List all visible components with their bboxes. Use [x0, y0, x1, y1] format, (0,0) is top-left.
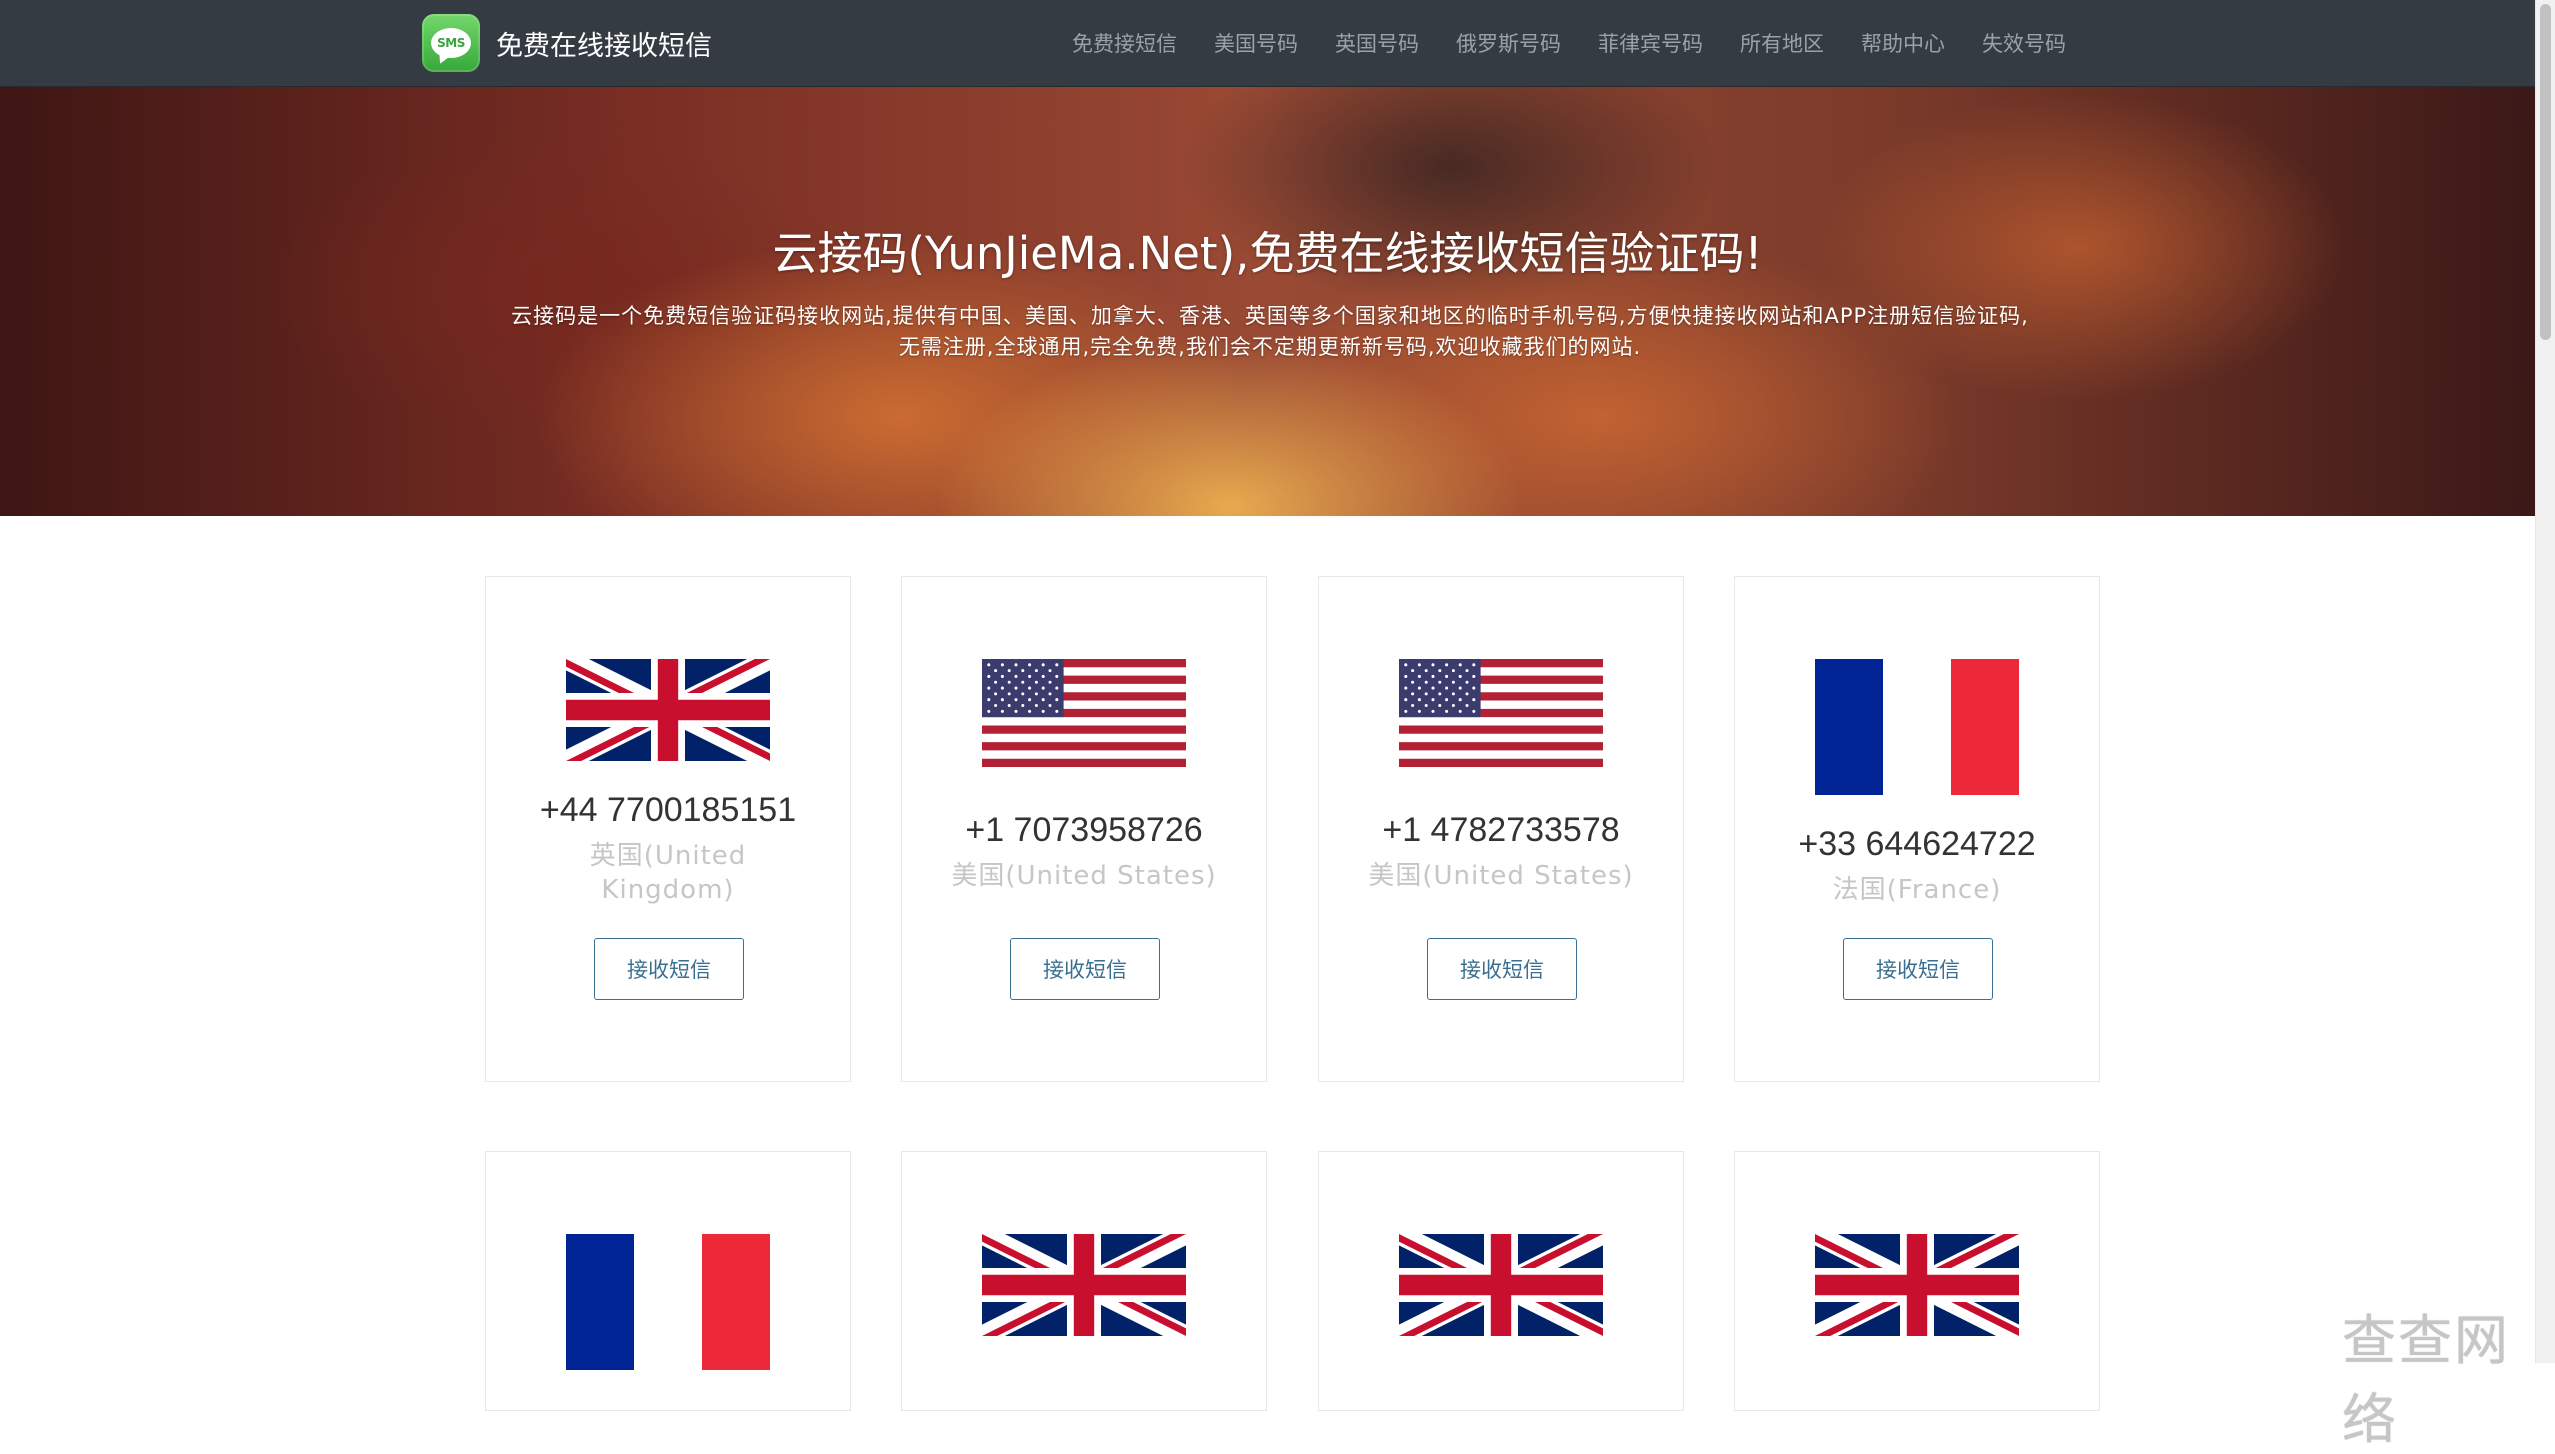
hero-desc-line-1: 云接码是一个免费短信验证码接收网站,提供有中国、美国、加拿大、香港、英国等多个国…: [511, 304, 2029, 328]
receive-sms-button[interactable]: 接收短信: [1843, 938, 1993, 1000]
nav-link-uk-numbers[interactable]: 英国号码: [1335, 28, 1419, 58]
phone-number: +33 644624722: [1798, 825, 2036, 863]
hero-banner: 云接码(YunJieMa.Net),免费在线接收短信验证码! 云接码是一个免费短…: [0, 87, 2535, 516]
number-card: [1734, 1151, 2100, 1411]
receive-sms-button[interactable]: 接收短信: [1427, 938, 1577, 1000]
country-name: 美国(United States): [951, 861, 1217, 891]
number-card: [1318, 1151, 1684, 1411]
watermark: 查查网络: [2342, 1309, 2510, 1451]
receive-sms-button[interactable]: 接收短信: [594, 938, 744, 1000]
sms-logo-icon: SMS: [422, 14, 480, 72]
page-scrollbar[interactable]: [2535, 0, 2555, 1363]
hero-description: 云接码是一个免费短信验证码接收网站,提供有中国、美国、加拿大、香港、英国等多个国…: [420, 301, 2120, 363]
nav-link-philippines-numbers[interactable]: 菲律宾号码: [1598, 28, 1703, 58]
france-flag-icon: [486, 1234, 850, 1370]
brand[interactable]: SMS 免费在线接收短信: [422, 12, 712, 74]
receive-sms-button[interactable]: 接收短信: [1010, 938, 1160, 1000]
number-card: +44 7700185151 英国(United Kingdom) 接收短信: [485, 576, 851, 1082]
brand-title[interactable]: 免费在线接收短信: [496, 24, 712, 63]
country-name: 法国(France): [1832, 875, 2002, 905]
phone-number: +1 4782733578: [1382, 811, 1620, 849]
nav-link-russia-numbers[interactable]: 俄罗斯号码: [1456, 28, 1561, 58]
nav-menu: 免费接短信 美国号码 英国号码 俄罗斯号码 菲律宾号码 所有地区 帮助中心 失效…: [1072, 0, 2066, 86]
nav-link-expired-numbers[interactable]: 失效号码: [1982, 28, 2066, 58]
us-flag-icon: [902, 659, 1266, 767]
number-card: +1 4782733578 美国(United States) 接收短信: [1318, 576, 1684, 1082]
uk-flag-icon: [486, 659, 850, 761]
scrollbar-thumb[interactable]: [2540, 4, 2551, 340]
number-card: +33 644624722 法国(France) 接收短信: [1734, 576, 2100, 1082]
nav-link-us-numbers[interactable]: 美国号码: [1214, 28, 1298, 58]
france-flag-icon: [1735, 659, 2099, 795]
uk-flag-icon: [1319, 1234, 1683, 1336]
number-card: [901, 1151, 1267, 1411]
phone-number: +44 7700185151: [539, 791, 797, 829]
us-flag-icon: [1319, 659, 1683, 767]
nav-link-help-center[interactable]: 帮助中心: [1861, 28, 1945, 58]
uk-flag-icon: [902, 1234, 1266, 1336]
country-name: 美国(United States): [1368, 861, 1634, 891]
hero-desc-line-2: 无需注册,全球通用,完全免费,我们会不定期更新新号码,欢迎收藏我们的网站.: [898, 335, 1642, 359]
phone-number: +1 7073958726: [965, 811, 1203, 849]
nav-link-free-sms[interactable]: 免费接短信: [1072, 28, 1177, 58]
navbar: SMS 免费在线接收短信 免费接短信 美国号码 英国号码 俄罗斯号码 菲律宾号码…: [0, 0, 2535, 87]
nav-link-all-regions[interactable]: 所有地区: [1740, 28, 1824, 58]
hero-title: 云接码(YunJieMa.Net),免费在线接收短信验证码!: [772, 227, 1763, 280]
country-name: 英国(United Kingdom): [589, 841, 747, 905]
number-card: +1 7073958726 美国(United States) 接收短信: [901, 576, 1267, 1082]
number-card: [485, 1151, 851, 1411]
uk-flag-icon: [1735, 1234, 2099, 1336]
